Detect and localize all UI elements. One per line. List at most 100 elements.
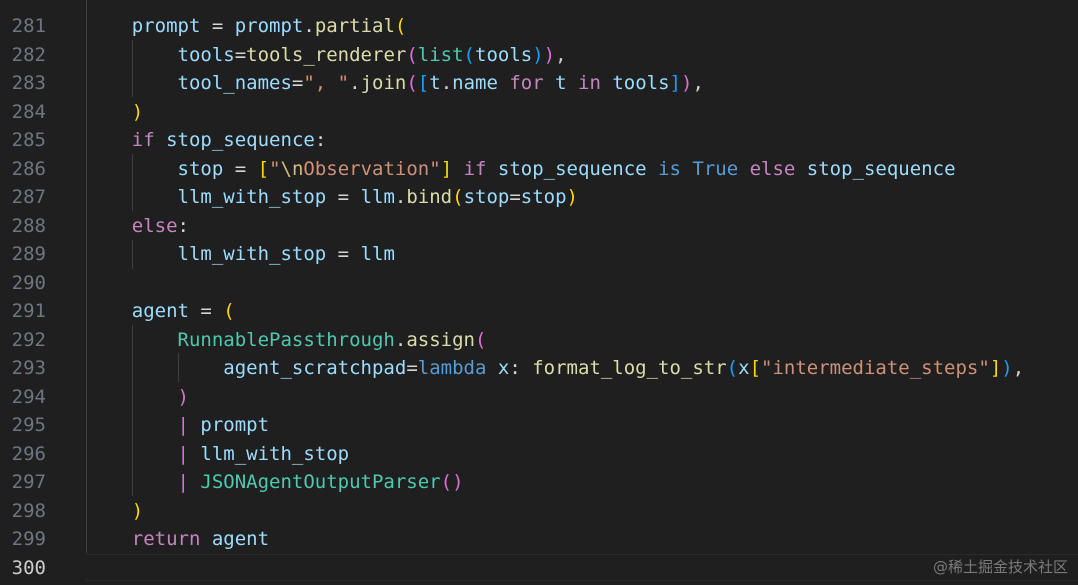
code-line[interactable]: 286 stop = ["\nObservation"] if stop_seq… [0,155,1078,184]
code-token: x [497,357,510,379]
code-text: tool_names=", ".join([t.name for t in to… [86,69,704,98]
code-line[interactable]: 296 | llm_with_stop [0,440,1078,469]
code-token: ) [131,499,144,522]
code-token: llm [360,243,395,265]
code-token: JSONAgentOutputParser [200,471,441,493]
code-text: | prompt [86,411,270,440]
code-editor[interactable]: 281 prompt = prompt.partial(282 tools=to… [0,0,1078,585]
code-token: ] [989,357,1002,379]
code-token: tools [612,72,670,94]
code-line[interactable]: 291 agent = ( [0,297,1078,326]
code-token: t [555,72,567,94]
code-token: t [429,72,441,94]
code-text: ) [86,497,143,526]
code-token: x [738,357,750,379]
code-token: ) [177,385,189,408]
code-line[interactable]: 297 | JSONAgentOutputParser() [0,468,1078,497]
code-token: list [417,43,464,66]
code-token: stop_sequence [166,129,315,151]
code-line[interactable]: 287 llm_with_stop = llm.bind(stop=stop) [0,183,1078,212]
code-token: agent [211,528,270,550]
code-line[interactable]: 300 [0,554,1078,583]
code-text: ) [86,98,143,127]
code-text: if stop_sequence: [86,126,327,155]
code-token: = [326,186,361,208]
code-line[interactable]: 295 | prompt [0,411,1078,440]
line-number: 292 [11,328,46,351]
code-token: ( [726,357,739,379]
code-token: . [394,186,407,208]
code-token: = [326,243,361,265]
line-number: 293 [11,357,46,379]
code-token: stop_sequence [497,157,647,180]
code-line[interactable]: 293 agent_scratchpad=lambda x: format_lo… [0,354,1078,383]
code-token: = [223,157,258,180]
code-token: prompt [234,15,304,37]
line-number: 299 [11,528,46,550]
code-token: [ [749,357,762,379]
code-line[interactable]: 294 ) [0,383,1078,412]
code-text: | llm_with_stop [86,440,350,469]
code-token: , [692,72,704,94]
code-token: ( [463,43,475,66]
line-number: 286 [11,157,46,180]
code-line[interactable]: 298 ) [0,497,1078,526]
code-token: for [497,72,556,94]
code-line[interactable]: 281 prompt = prompt.partial( [0,12,1078,41]
code-token: , [1012,357,1025,379]
code-line[interactable]: 288 else: [0,212,1078,241]
code-token: [ [417,72,430,94]
code-token: join [360,72,407,94]
code-line[interactable]: 299 return agent [0,525,1078,554]
code-token: ) [131,100,144,123]
code-line[interactable]: 284 ) [0,98,1078,127]
code-token: ] [669,72,681,94]
line-number: 298 [11,499,46,522]
line-number: 288 [11,214,46,237]
code-text: agent = ( [86,297,235,326]
code-token: in [566,72,613,94]
code-token: prompt [131,15,201,37]
code-text: tools=tools_renderer(list(tools)), [86,41,567,70]
code-token: stop [177,157,224,180]
code-line[interactable]: 285 if stop_sequence: [0,126,1078,155]
code-token: llm_with_stop [177,186,327,208]
code-line[interactable]: 282 tools=tools_renderer(list(tools)), [0,41,1078,70]
code-line[interactable]: 283 tool_names=", ".join([t.name for t i… [0,69,1078,98]
code-token: prompt [200,414,270,436]
code-token: if [452,157,498,180]
code-token: format_log_to_str [532,357,727,379]
line-number: 281 [11,15,46,37]
code-token: ( [406,72,418,94]
code-token: . [440,72,453,94]
line-number: 282 [11,43,46,66]
code-token: : [509,357,533,379]
code-token: : [314,129,327,151]
code-token: = [200,15,235,37]
code-token: bind [406,186,453,208]
code-token: = [234,43,247,66]
line-number: 289 [11,243,46,265]
code-line[interactable]: 289 llm_with_stop = llm [0,240,1078,269]
code-line[interactable]: 292 RunnablePassthrough.assign( [0,326,1078,355]
code-line[interactable]: 290 [0,269,1078,298]
code-token: llm_with_stop [177,243,327,265]
code-token: | [177,442,201,465]
line-number: 290 [11,271,46,294]
line-number: 291 [11,300,46,322]
code-text: llm_with_stop = llm.bind(stop=stop) [86,183,578,212]
